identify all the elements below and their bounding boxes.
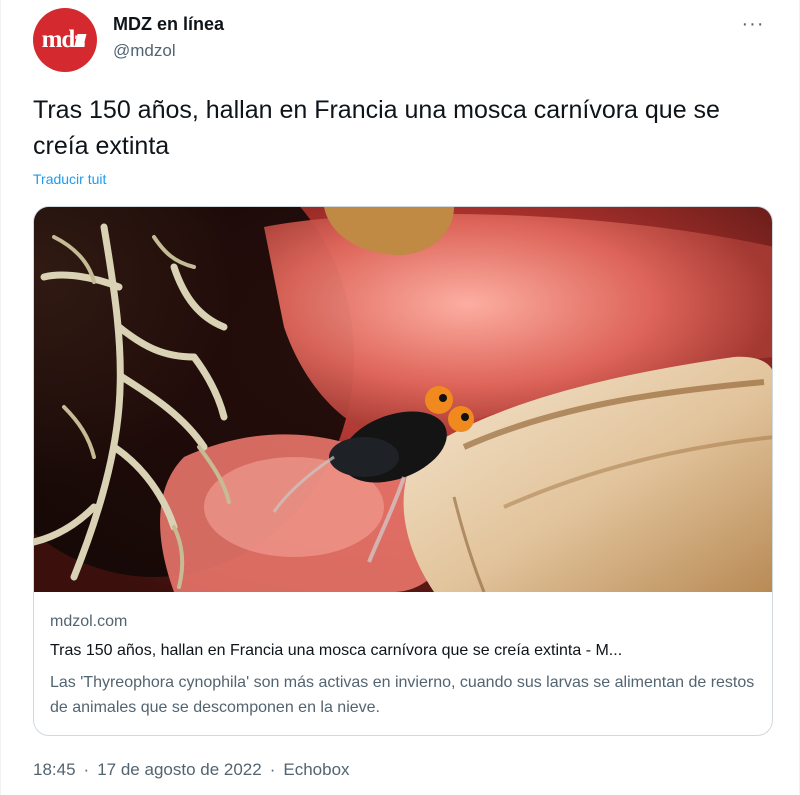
- tweet-text: Tras 150 años, hallan en Francia una mos…: [33, 96, 720, 160]
- card-title: Tras 150 años, hallan en Francia una mos…: [50, 642, 623, 659]
- fly-photo: [34, 207, 772, 592]
- avatar[interactable]: mdz: [33, 8, 97, 72]
- meta-separator: ·: [269, 760, 276, 779]
- author-handle[interactable]: @mdzol: [113, 41, 176, 61]
- tweet-date[interactable]: 17 de agosto de 2022: [97, 760, 261, 780]
- avatar-logo-mark: [74, 34, 87, 46]
- author-name[interactable]: MDZ en línea: [113, 14, 224, 35]
- card-description: Las 'Thyreophora cynophila' son más acti…: [50, 674, 755, 716]
- tweet-container: mdz MDZ en línea @mdzol ··· Tras 150 año…: [0, 0, 800, 795]
- tweet-time[interactable]: 18:45: [33, 760, 76, 780]
- more-horizontal-icon: ···: [741, 12, 765, 35]
- card-domain: mdzol.com: [50, 613, 128, 630]
- more-options-button[interactable]: ···: [735, 6, 771, 42]
- meta-separator: ·: [83, 760, 90, 779]
- translate-tweet-link[interactable]: Traducir tuit: [33, 171, 106, 187]
- link-preview-card[interactable]: mdzol.com Tras 150 años, hallan en Franc…: [33, 206, 773, 736]
- tweet-source[interactable]: Echobox: [283, 760, 349, 780]
- tweet-metadata: 18:45 · 17 de agosto de 2022 · Echobox: [33, 760, 350, 780]
- card-image[interactable]: [34, 207, 772, 592]
